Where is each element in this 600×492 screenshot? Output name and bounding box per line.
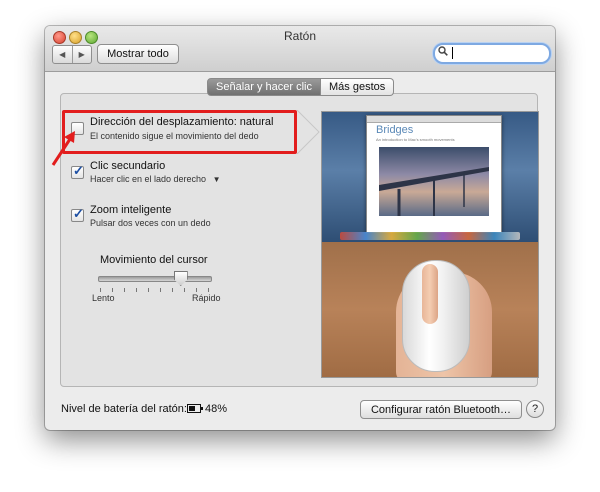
- preview-doc-subtitle: An introduction to Mac's smooth movement…: [376, 137, 455, 142]
- setup-bluetooth-mouse-button[interactable]: Configurar ratón Bluetooth…: [360, 400, 522, 419]
- preview-dock: [340, 232, 520, 240]
- smart-zoom-checkbox[interactable]: ✓: [71, 206, 84, 222]
- annotation-arrow: [51, 131, 75, 166]
- slider-tick: [172, 288, 173, 292]
- window-title: Ratón: [283, 29, 317, 43]
- battery-value: 48%: [205, 403, 228, 415]
- slider-tick: [208, 288, 209, 292]
- annotation-highlight-box: [62, 110, 297, 154]
- fast-label: Rápido: [192, 293, 221, 303]
- slider-tick: [184, 288, 185, 292]
- slow-label: Lento: [92, 293, 115, 303]
- callout-connector: [297, 110, 320, 154]
- slider-tick: [148, 288, 149, 292]
- smart-zoom-description: Pulsar dos veces con un dedo: [90, 218, 211, 228]
- slider-tick: [196, 288, 197, 292]
- battery-label: Nivel de batería del ratón:: [61, 403, 187, 415]
- title-bar: Ratón ◀ ▶ Mostrar todo: [45, 26, 555, 72]
- tab-more-gestures[interactable]: Más gestos: [321, 78, 395, 96]
- tab-point-and-click[interactable]: Señalar y hacer clic: [207, 78, 321, 96]
- search-icon: [438, 46, 448, 59]
- slider-tick: [112, 288, 113, 292]
- forward-button[interactable]: ▶: [73, 46, 92, 63]
- tab-bar: Señalar y hacer clic Más gestos: [207, 78, 395, 96]
- slider-tick: [124, 288, 125, 292]
- gesture-preview: Bridges An introduction to Mac's smooth …: [321, 111, 539, 378]
- slider-tick: [100, 288, 101, 292]
- slider-tick: [136, 288, 137, 292]
- preview-finger: [422, 264, 438, 324]
- secondary-click-description: Hacer clic en el lado derecho ▼: [90, 174, 221, 184]
- secondary-click-title: Clic secundario: [90, 160, 166, 172]
- back-forward-control: ◀ ▶: [52, 45, 92, 64]
- back-button[interactable]: ◀: [53, 46, 73, 63]
- dropdown-arrow-icon[interactable]: ▼: [213, 175, 221, 184]
- slider-tick: [160, 288, 161, 292]
- check-icon: ✓: [73, 206, 84, 221]
- preview-photo: [379, 147, 489, 216]
- cursor-speed-label: Movimiento del cursor: [100, 254, 208, 266]
- preview-document: Bridges An introduction to Mac's smooth …: [366, 115, 502, 233]
- smart-zoom-title: Zoom inteligente: [90, 204, 172, 216]
- battery-icon: [187, 404, 203, 413]
- text-cursor: [452, 47, 453, 59]
- preview-doc-title: Bridges: [376, 124, 414, 136]
- help-button[interactable]: ?: [526, 400, 544, 418]
- show-all-button[interactable]: Mostrar todo: [97, 44, 179, 64]
- search-field[interactable]: [433, 43, 551, 64]
- cursor-speed-slider[interactable]: [98, 276, 212, 282]
- preview-screen: Bridges An introduction to Mac's smooth …: [322, 112, 538, 242]
